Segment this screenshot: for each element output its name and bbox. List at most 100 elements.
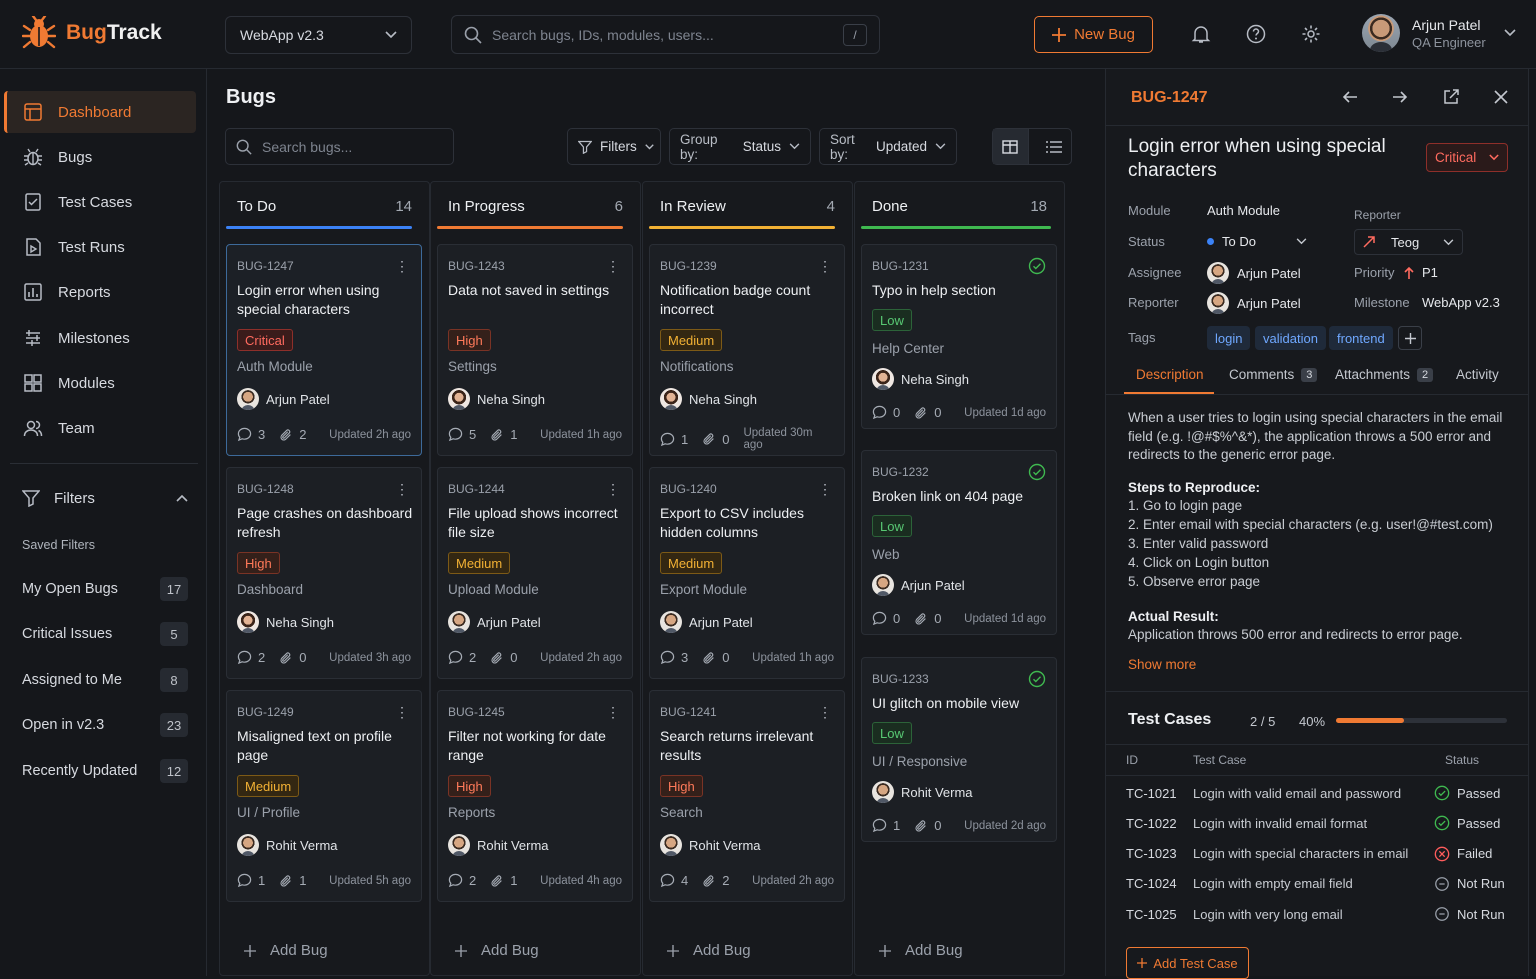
- group-by-select[interactable]: Group by: Status: [669, 128, 811, 165]
- bug-card[interactable]: BUG-1247 ⋮ Login error when using special …: [226, 244, 422, 456]
- saved-filter-item[interactable]: Recently Updated 12: [22, 759, 188, 783]
- test-case-name: Login with very long email: [1193, 906, 1343, 922]
- bug-search-input[interactable]: Search bugs...: [225, 128, 454, 165]
- sidebar-item-test-runs[interactable]: Test Runs: [4, 226, 196, 268]
- comment-count: 1: [258, 873, 266, 888]
- sidebar-item-reports[interactable]: Reports: [4, 271, 196, 313]
- add-bug-button[interactable]: Add Bug: [244, 942, 328, 959]
- bug-card[interactable]: BUG-1244 ⋮ File upload shows incorrect fil…: [437, 467, 633, 679]
- more-vertical-icon[interactable]: ⋮: [606, 259, 620, 273]
- close-icon[interactable]: [1493, 89, 1509, 105]
- saved-filter-item[interactable]: Critical Issues 5: [22, 622, 188, 646]
- sidebar-item-team[interactable]: Team: [4, 407, 196, 449]
- saved-filter-item[interactable]: Open in v2.3 23: [22, 713, 188, 737]
- avatar: [660, 834, 682, 856]
- bug-card[interactable]: BUG-1239 ⋮ Notification badge count incorr…: [649, 244, 845, 456]
- project-selector[interactable]: WebApp v2.3: [225, 16, 412, 54]
- milestone-value[interactable]: WebApp v2.3: [1422, 295, 1500, 310]
- user-menu[interactable]: Arjun Patel QA Engineer: [1362, 14, 1516, 52]
- arrow-right-icon[interactable]: [1392, 89, 1408, 105]
- sidebar-item-dashboard[interactable]: Dashboard: [4, 91, 196, 133]
- list-view-icon[interactable]: [1037, 129, 1071, 164]
- saved-filter-item[interactable]: Assigned to Me 8: [22, 668, 188, 692]
- show-more-link[interactable]: Show more: [1128, 656, 1196, 675]
- more-vertical-icon[interactable]: ⋮: [606, 705, 620, 719]
- tag-chip[interactable]: validation: [1255, 326, 1326, 350]
- step-item: 4. Click on Login button: [1128, 555, 1270, 570]
- assignee-name: Arjun Patel: [1237, 265, 1301, 281]
- status-dot: [1207, 238, 1214, 245]
- paperclip-icon: [914, 819, 928, 833]
- tab-description[interactable]: Description: [1136, 367, 1204, 382]
- column-header: In Review 4: [643, 182, 852, 230]
- bug-card[interactable]: BUG-1240 ⋮ Export to CSV includes hidden c…: [649, 467, 845, 679]
- bug-card[interactable]: BUG-1245 ⋮ Filter not working for date ran…: [437, 690, 633, 902]
- bug-card[interactable]: BUG-1231 Typo in help section Low Help Cent…: [861, 244, 1057, 429]
- logo[interactable]: BugTrack: [22, 16, 162, 50]
- add-tag-button[interactable]: [1398, 326, 1422, 350]
- add-bug-button[interactable]: Add Bug: [455, 942, 539, 959]
- status-select[interactable]: To Do: [1207, 234, 1307, 249]
- sidebar-item-milestones[interactable]: Milestones: [4, 317, 196, 359]
- new-bug-button[interactable]: New Bug: [1034, 16, 1153, 53]
- bug-card[interactable]: BUG-1233 UI glitch on mobile view Low UI / …: [861, 657, 1057, 842]
- more-vertical-icon[interactable]: ⋮: [395, 482, 409, 496]
- bug-card-assignee: Rohit Verma: [237, 834, 338, 856]
- test-case-row[interactable]: TC-1023 Login with special characters in …: [1126, 846, 1510, 862]
- arrow-left-icon[interactable]: [1342, 89, 1358, 105]
- saved-filter-label: My Open Bugs: [22, 581, 118, 597]
- reporter-select[interactable]: Teog: [1354, 229, 1463, 255]
- tab-comments[interactable]: Comments 3: [1229, 367, 1318, 382]
- search-shortcut-key: /: [843, 23, 867, 46]
- add-bug-button[interactable]: Add Bug: [879, 942, 963, 959]
- step-item: 2. Enter email with special characters (…: [1128, 517, 1493, 532]
- bell-icon[interactable]: [1191, 24, 1211, 44]
- test-case-row[interactable]: TC-1022 Login with invalid email format Pa…: [1126, 815, 1510, 831]
- tab-attachments[interactable]: Attachments 2: [1335, 367, 1434, 382]
- test-case-row[interactable]: TC-1024 Login with empty email field Not R…: [1126, 876, 1510, 892]
- more-vertical-icon[interactable]: ⋮: [395, 259, 409, 273]
- sidebar-item-bugs[interactable]: Bugs: [4, 136, 196, 178]
- new-bug-label: New Bug: [1074, 26, 1135, 43]
- test-case-status: Passed: [1434, 785, 1500, 801]
- bug-card[interactable]: BUG-1248 ⋮ Page crashes on dashboard refre…: [226, 467, 422, 679]
- bug-card[interactable]: BUG-1241 ⋮ Search returns irrelevant resul…: [649, 690, 845, 902]
- sidebar-item-modules[interactable]: Modules: [4, 362, 196, 404]
- bug-card[interactable]: BUG-1232 Broken link on 404 page Low Web Arj…: [861, 450, 1057, 635]
- external-link-icon[interactable]: [1443, 89, 1459, 105]
- sidebar-item-label: Team: [58, 419, 95, 437]
- add-test-case-button[interactable]: Add Test Case: [1126, 947, 1249, 979]
- test-case-name: Login with special characters in email: [1193, 846, 1409, 862]
- more-vertical-icon[interactable]: ⋮: [606, 482, 620, 496]
- filters-section-toggle[interactable]: Filters: [22, 489, 188, 507]
- help-icon[interactable]: [1246, 24, 1266, 44]
- gear-icon[interactable]: [1301, 24, 1321, 44]
- bug-card[interactable]: BUG-1243 ⋮ Data not saved in settings High S…: [437, 244, 633, 456]
- saved-filter-item[interactable]: My Open Bugs 17: [22, 577, 188, 601]
- tag-chip[interactable]: frontend: [1329, 326, 1393, 350]
- global-search[interactable]: Search bugs, IDs, modules, users... /: [451, 15, 880, 54]
- more-vertical-icon[interactable]: ⋮: [818, 259, 832, 273]
- more-vertical-icon[interactable]: ⋮: [818, 705, 832, 719]
- group-by-label: Group by:: [680, 131, 718, 162]
- tag-chip[interactable]: login: [1207, 326, 1251, 350]
- priority-value[interactable]: P1: [1404, 265, 1438, 280]
- sidebar-item-test-cases[interactable]: Test Cases: [4, 181, 196, 223]
- more-vertical-icon[interactable]: ⋮: [818, 482, 832, 496]
- bug-card[interactable]: BUG-1249 ⋮ Misaligned text on profile page…: [226, 690, 422, 902]
- tab-activity[interactable]: Activity: [1456, 367, 1499, 382]
- test-case-row[interactable]: TC-1025 Login with very long email Not Run: [1126, 906, 1510, 922]
- reporter-value[interactable]: Arjun Patel: [1207, 292, 1301, 314]
- filters-button[interactable]: Filters: [567, 128, 661, 165]
- add-bug-button[interactable]: Add Bug: [667, 942, 751, 959]
- column-count: 6: [614, 197, 623, 215]
- assignee-value[interactable]: Arjun Patel: [1207, 262, 1301, 284]
- severity-select[interactable]: Critical: [1426, 143, 1508, 172]
- test-case-name: Login with empty email field: [1193, 876, 1353, 892]
- updated-time: Updated 5h ago: [329, 874, 411, 887]
- more-vertical-icon[interactable]: ⋮: [395, 705, 409, 719]
- sort-by-select[interactable]: Sort by: Updated: [819, 128, 957, 165]
- avatar: [448, 834, 470, 856]
- board-view-icon[interactable]: [993, 129, 1029, 164]
- test-case-row[interactable]: TC-1021 Login with valid email and passwo…: [1126, 785, 1510, 801]
